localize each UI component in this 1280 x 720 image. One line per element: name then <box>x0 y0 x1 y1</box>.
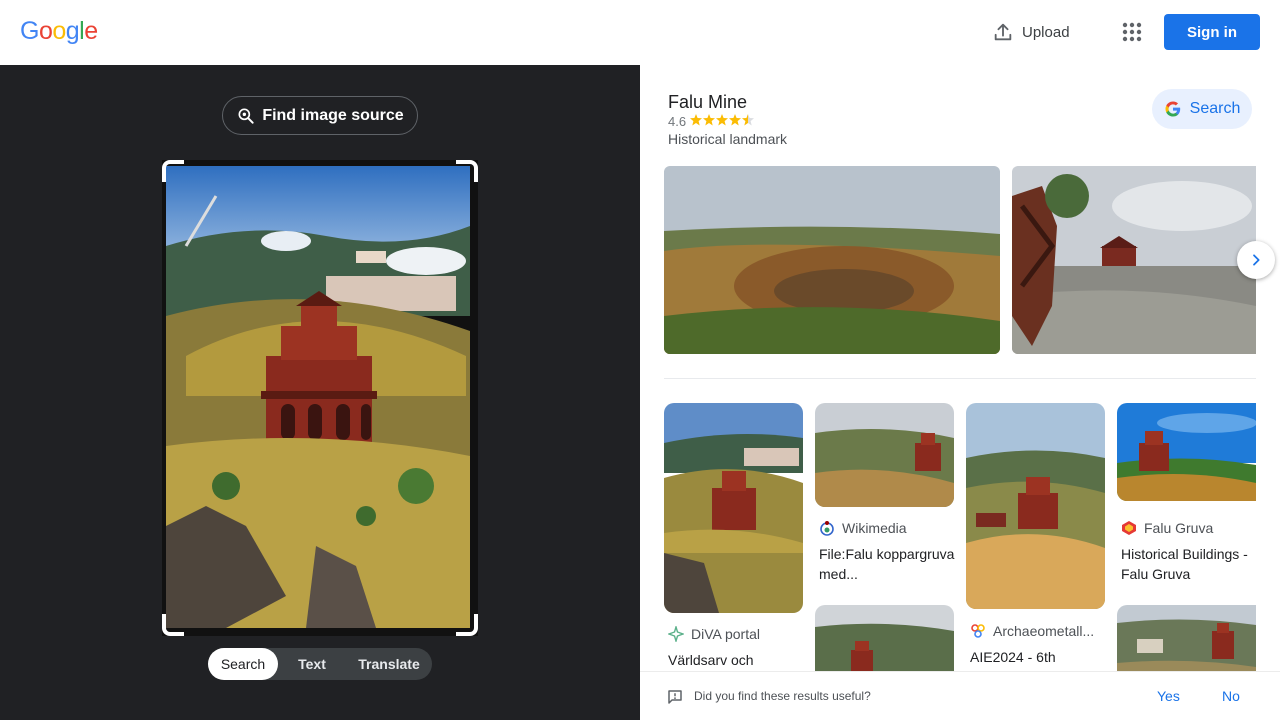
result-image[interactable] <box>966 403 1105 609</box>
entity-type: Historical landmark <box>668 131 788 147</box>
result-source[interactable]: Falu Gruva <box>1121 520 1213 536</box>
query-image <box>166 166 470 628</box>
crop-handle-bottom-right[interactable] <box>456 614 478 636</box>
upload-icon <box>994 23 1012 41</box>
chevron-right-icon <box>1253 254 1260 266</box>
entity-rating: 4.6 <box>668 114 760 129</box>
top-bar: Google Upload Sign in <box>0 0 1280 65</box>
feedback-bar: Did you find these results useful? Yes N… <box>640 671 1280 720</box>
upload-label: Upload <box>1022 23 1070 41</box>
result-image[interactable] <box>664 403 803 613</box>
result-image[interactable] <box>815 403 954 507</box>
result-source-name: Archaeometall... <box>993 623 1095 639</box>
result-source-name: DiVA portal <box>691 626 760 642</box>
entity-image-2[interactable] <box>1012 166 1256 354</box>
crop-handle-top-right[interactable] <box>456 160 478 182</box>
result-image[interactable] <box>1117 403 1256 501</box>
google-g-icon <box>1165 101 1180 117</box>
result-title[interactable]: AIE2024 - 6th <box>970 647 1106 667</box>
google-search-label: Search <box>1189 100 1241 117</box>
sign-in-button[interactable]: Sign in <box>1164 14 1260 50</box>
results-pane: Falu Mine 4.6 Historical landmark Search… <box>640 65 1280 720</box>
find-image-source-label: Find image source <box>262 106 404 124</box>
feedback-no-button[interactable]: No <box>1222 688 1240 704</box>
falu-gruva-icon <box>1122 521 1136 535</box>
result-source[interactable]: Archaeometall... <box>970 623 1094 639</box>
archaeometallurgy-icon <box>971 624 985 638</box>
section-divider <box>664 378 1256 379</box>
result-source-name: Wikimedia <box>842 520 907 536</box>
upload-button[interactable]: Upload <box>992 21 1070 43</box>
result-title[interactable]: Världsarv och <box>668 650 808 670</box>
crop-handle-top-left[interactable] <box>162 160 184 182</box>
tab-text[interactable]: Text <box>278 648 346 680</box>
lens-mode-tabs: Search Text Translate <box>208 648 432 680</box>
crop-handle-bottom-left[interactable] <box>162 614 184 636</box>
logo-letter: o <box>38 17 53 45</box>
feedback-question: Did you find these results useful? <box>694 689 871 703</box>
logo-letter: o <box>52 17 66 45</box>
lens-search-icon <box>238 108 254 124</box>
logo-letter: e <box>84 17 98 45</box>
tab-translate[interactable]: Translate <box>346 648 432 680</box>
logo-letter: G <box>20 17 39 45</box>
google-logo[interactable]: Google <box>20 17 98 46</box>
wikimedia-icon <box>820 521 834 536</box>
result-source[interactable]: DiVA portal <box>668 626 760 642</box>
feedback-yes-button[interactable]: Yes <box>1157 688 1180 704</box>
apps-grid-icon[interactable] <box>1120 20 1144 44</box>
rating-stars <box>690 114 760 129</box>
result-title[interactable]: Historical Buildings - Falu Gruva <box>1121 544 1257 584</box>
find-image-source-button[interactable]: Find image source <box>222 96 418 135</box>
result-source[interactable]: Wikimedia <box>819 520 907 536</box>
result-source-name: Falu Gruva <box>1144 520 1214 536</box>
diva-portal-icon <box>668 626 684 642</box>
query-image-frame[interactable] <box>162 160 478 636</box>
carousel-next-button[interactable] <box>1237 241 1275 279</box>
tab-search[interactable]: Search <box>208 648 278 680</box>
result-title[interactable]: File:Falu koppargruva med... <box>819 544 955 584</box>
entity-image-1[interactable] <box>664 166 1000 354</box>
entity-title[interactable]: Falu Mine <box>668 92 747 113</box>
lens-image-pane: Find image source Search Text Translate <box>0 65 640 720</box>
google-search-button[interactable]: Search <box>1152 89 1252 129</box>
rating-value: 4.6 <box>668 114 687 129</box>
logo-letter: g <box>65 17 80 45</box>
feedback-icon <box>668 690 682 704</box>
